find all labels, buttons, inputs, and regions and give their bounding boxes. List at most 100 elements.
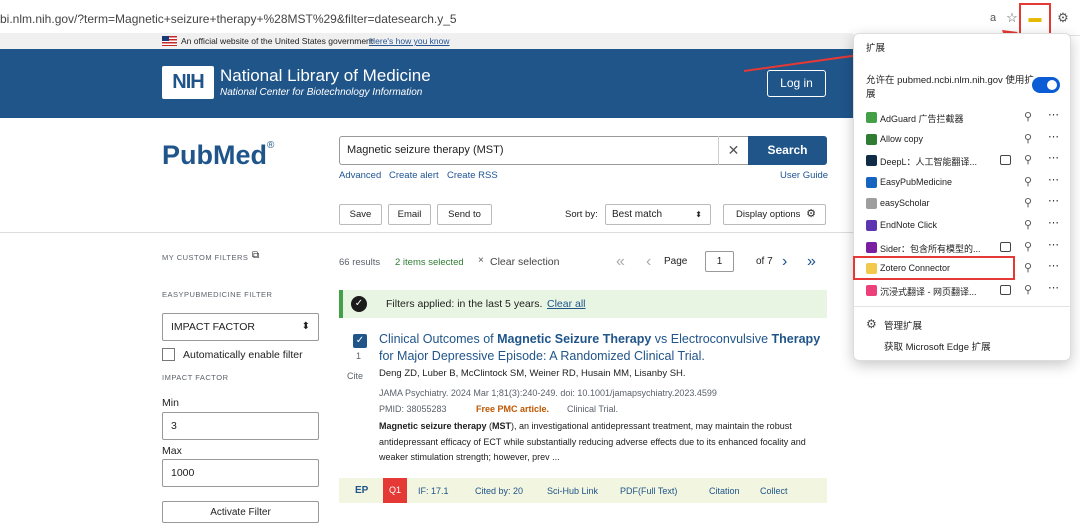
pin-icon[interactable]: ⚲ — [1024, 110, 1032, 123]
snippet-highlight: Magnetic seizure therapy — [379, 421, 487, 431]
cite-button[interactable]: Cite — [347, 371, 363, 381]
page-of: of 7 — [756, 256, 773, 267]
page-label: Page — [664, 256, 688, 267]
activate-filter-button[interactable]: Activate Filter — [162, 501, 319, 523]
read-aloud-icon[interactable]: a — [984, 9, 1002, 27]
more-options-icon[interactable]: ⋯ — [1048, 238, 1059, 251]
pin-icon[interactable]: ⚲ — [1024, 153, 1032, 166]
external-link-icon[interactable]: ⧉ — [252, 250, 259, 261]
min-label: Min — [162, 397, 179, 409]
more-options-icon[interactable]: ⋯ — [1048, 151, 1059, 164]
close-icon[interactable]: × — [478, 255, 484, 266]
unpin-icon[interactable]: ⚲ — [1024, 261, 1032, 274]
send-to-button[interactable]: Send to — [437, 204, 492, 225]
ep-logo: EP — [355, 485, 369, 496]
pin-icon[interactable]: ⚲ — [1024, 218, 1032, 231]
max-input[interactable]: 1000 — [162, 459, 319, 487]
pubmed-logo[interactable]: PubMed® — [162, 140, 274, 171]
sidebar-icon[interactable] — [1000, 285, 1011, 295]
result-authors: Deng ZD, Luber B, McClintock SM, Weiner … — [379, 368, 686, 379]
auto-enable-checkbox[interactable] — [162, 348, 175, 361]
search-input[interactable]: Magnetic seizure therapy (MST) — [339, 136, 748, 165]
more-options-icon[interactable]: ⋯ — [1048, 281, 1059, 294]
title-highlight: Magnetic Seizure Therapy — [497, 332, 652, 346]
pin-icon[interactable]: ⚲ — [1024, 175, 1032, 188]
extension-name: 沉浸式翻译 - 网页翻译... — [880, 287, 977, 297]
extension-item[interactable]: easyScholar ⚲ ⋯ — [866, 194, 1064, 215]
items-selected[interactable]: 2 items selected — [395, 257, 464, 268]
more-options-icon[interactable]: ⋯ — [1048, 173, 1059, 186]
collect-link[interactable]: Collect — [760, 486, 788, 496]
save-button[interactable]: Save — [339, 204, 382, 225]
impact-factor-select[interactable]: IMPACT FACTOR ⬍ — [162, 313, 319, 341]
my-custom-filters-label[interactable]: MY CUSTOM FILTERS — [162, 253, 248, 262]
next-page-icon[interactable]: › — [782, 253, 787, 271]
user-guide-link[interactable]: User Guide — [780, 170, 828, 181]
title-part: for Major Depressive Episode: A Randomiz… — [379, 349, 705, 363]
first-page-icon[interactable]: « — [616, 253, 625, 271]
page-input[interactable]: 1 — [705, 251, 734, 272]
pin-icon[interactable]: ⚲ — [1024, 240, 1032, 253]
extension-item[interactable]: DeepL：人工智能翻译... ⚲ ⋯ — [866, 151, 1064, 172]
site-access-toggle[interactable] — [1032, 77, 1060, 93]
more-options-icon[interactable]: ⋯ — [1048, 130, 1059, 143]
create-rss-link[interactable]: Create RSS — [447, 170, 498, 181]
sidebar-icon[interactable] — [1000, 242, 1011, 252]
pdf-full-text-link[interactable]: PDF(Full Text) — [620, 486, 677, 496]
quartile-badge: Q1 — [383, 478, 407, 503]
advanced-link[interactable]: Advanced — [339, 170, 381, 181]
scihub-link[interactable]: Sci-Hub Link — [547, 486, 598, 496]
result-number: 1 — [356, 351, 362, 361]
extension-name: Sider：包含所有模型的... — [880, 244, 981, 254]
result-journal: JAMA Psychiatry. 2024 Mar 1;81(3):240-24… — [379, 388, 717, 398]
more-options-icon[interactable]: ⋯ — [1048, 194, 1059, 207]
more-options-icon[interactable]: ⋯ — [1048, 259, 1059, 272]
pin-icon[interactable]: ⚲ — [1024, 283, 1032, 296]
pin-icon[interactable]: ⚲ — [1024, 132, 1032, 145]
result-title-link[interactable]: Clinical Outcomes of Magnetic Seizure Th… — [379, 331, 827, 365]
snippet-highlight: MST — [492, 421, 512, 431]
pin-icon[interactable]: ⚲ — [1024, 196, 1032, 209]
result-snippet: Magnetic seizure therapy (MST), an inves… — [379, 421, 806, 462]
search-button[interactable]: Search — [748, 136, 827, 165]
title-highlight: Therapy — [771, 332, 821, 346]
filters-applied-text: Filters applied: in the last 5 years. — [386, 298, 543, 310]
gov-banner-text: An official website of the United States… — [181, 36, 374, 46]
nlm-title[interactable]: National Library of Medicine — [220, 66, 431, 86]
last-page-icon[interactable]: » — [807, 253, 816, 271]
clear-selection-link[interactable]: Clear selection — [490, 256, 559, 268]
clear-all-link[interactable]: Clear all — [547, 298, 586, 310]
result-pmid: PMID: 38055283 — [379, 404, 447, 414]
impact-factor-label: IMPACT FACTOR — [162, 373, 229, 382]
min-input[interactable]: 3 — [162, 412, 319, 440]
extension-item[interactable]: Allow copy ⚲ ⋯ — [866, 130, 1064, 151]
display-options-button[interactable]: Display options ⚙ — [723, 204, 826, 225]
email-button[interactable]: Email — [388, 204, 431, 225]
display-options-label: Display options — [736, 209, 801, 220]
clear-search-icon[interactable]: ✕ — [718, 136, 748, 165]
result-checkbox[interactable]: ✓ — [353, 334, 367, 348]
nih-logo[interactable]: NIH — [162, 66, 214, 99]
create-alert-link[interactable]: Create alert — [389, 170, 439, 181]
extensions-puzzle-icon[interactable]: ⚙ — [1054, 9, 1072, 27]
citation-link[interactable]: Citation — [709, 486, 740, 496]
logo-pub: Pub — [162, 140, 213, 170]
extension-item[interactable]: AdGuard 广告拦截器 ⚲ ⋯ — [866, 108, 1064, 129]
get-edge-extensions-item[interactable]: 获取 Microsoft Edge 扩展 — [884, 339, 991, 353]
more-options-icon[interactable]: ⋯ — [1048, 108, 1059, 121]
manage-extensions-item[interactable]: 管理扩展 — [884, 318, 922, 332]
url-field[interactable]: bi.nlm.nih.gov/?term=Magnetic+seizure+th… — [0, 12, 457, 26]
previous-page-icon[interactable]: ‹ — [646, 253, 651, 271]
easyscholar-icon — [866, 198, 877, 209]
extension-item[interactable]: 沉浸式翻译 - 网页翻译... ⚲ ⋯ — [866, 281, 1064, 302]
gov-banner-link[interactable]: Here's how you know — [369, 36, 450, 46]
article-type: Clinical Trial. — [567, 404, 619, 414]
extension-item[interactable]: EndNote Click ⚲ ⋯ — [866, 216, 1064, 237]
easypubmedicine-filter-label: EASYPUBMEDICINE FILTER — [162, 290, 273, 299]
sidebar-icon[interactable] — [1000, 155, 1011, 165]
sort-select[interactable]: Best match ⬍ — [605, 204, 711, 225]
more-options-icon[interactable]: ⋯ — [1048, 216, 1059, 229]
adguard-icon — [866, 112, 877, 123]
immersive-translate-icon — [866, 285, 877, 296]
extension-item[interactable]: EasyPubMedicine ⚲ ⋯ — [866, 173, 1064, 194]
